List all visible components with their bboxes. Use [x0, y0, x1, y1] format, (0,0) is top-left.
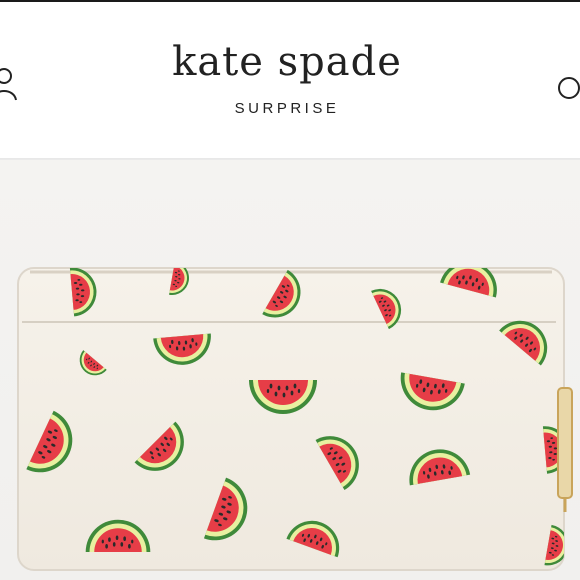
wallet-illustration — [17, 267, 573, 571]
search-icon[interactable] — [556, 72, 580, 106]
brand-title[interactable]: kate spade — [0, 38, 574, 86]
brand-subtitle: SURPRISE — [234, 100, 340, 117]
site-header: kate spade SURPRISE — [0, 0, 580, 160]
product-image[interactable] — [0, 160, 580, 580]
